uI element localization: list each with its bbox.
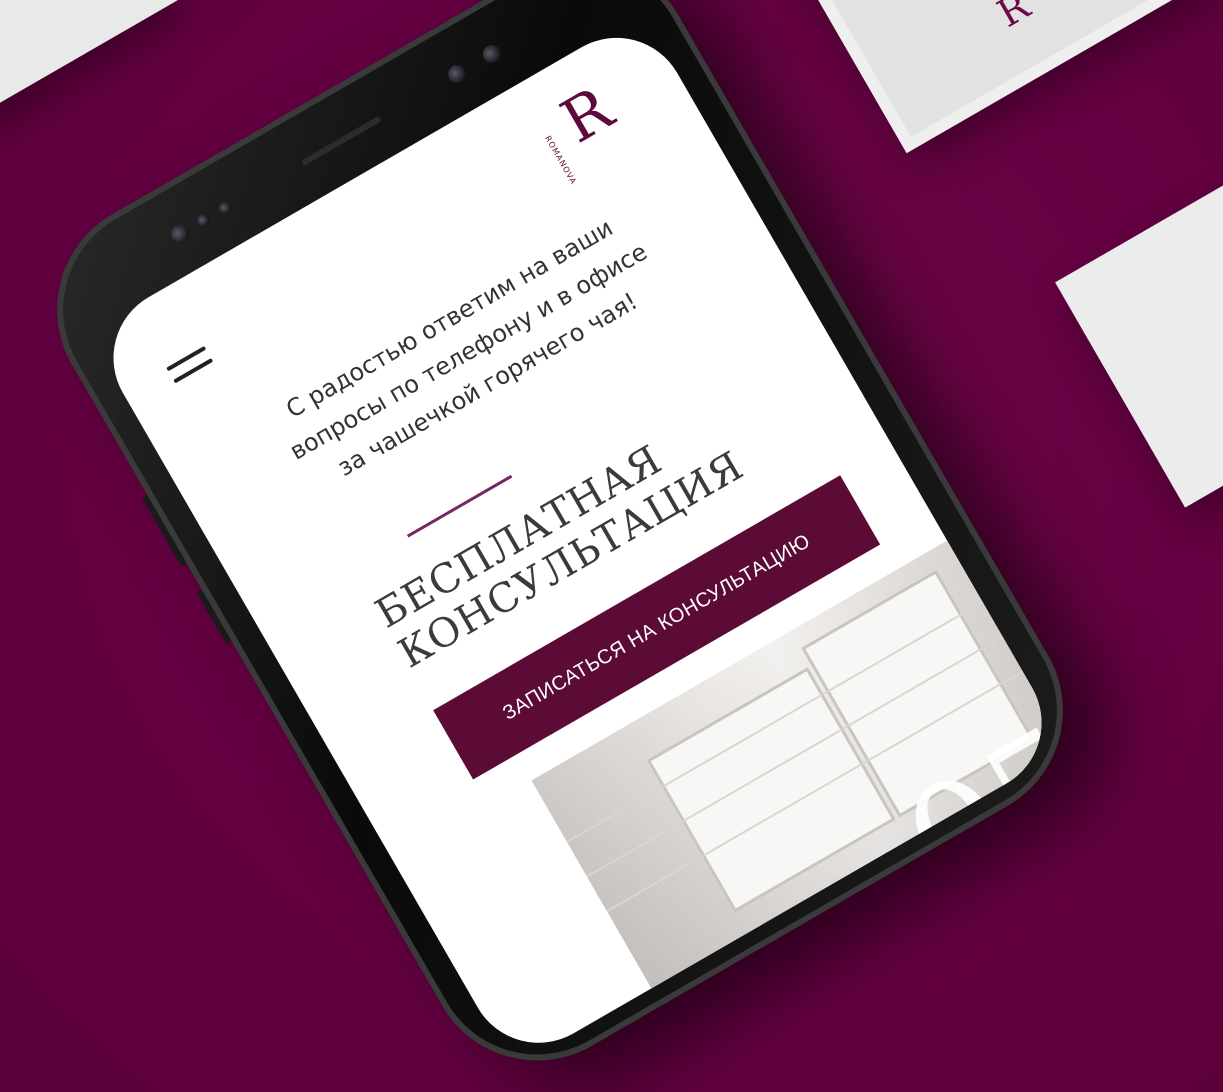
speaker-grille [300,115,382,167]
iris-camera-icon [479,41,505,67]
sensor-icon [195,212,212,229]
logo-name: ROMANOVA [543,134,579,187]
hamburger-menu-icon[interactable] [166,345,215,387]
paper-card-top-right: R [781,0,1219,154]
paper-card-right [1055,132,1223,508]
phone-frame: R ROMANOVA С радостью ответим на ваши во… [16,0,1104,1092]
front-camera-icon [167,221,193,247]
mockup-stage: R R ROMANOVA С радостью ответим на ваши … [0,0,1223,1092]
logo-letter: R [549,74,625,158]
paper-card-top-left [0,0,178,131]
bixby-button [196,589,232,645]
volume-button [141,494,187,567]
sensor-icon [216,199,234,217]
paper-card-inner [798,0,1202,137]
brand-logo[interactable]: R ROMANOVA [540,70,653,186]
iris-camera-icon [444,61,470,87]
